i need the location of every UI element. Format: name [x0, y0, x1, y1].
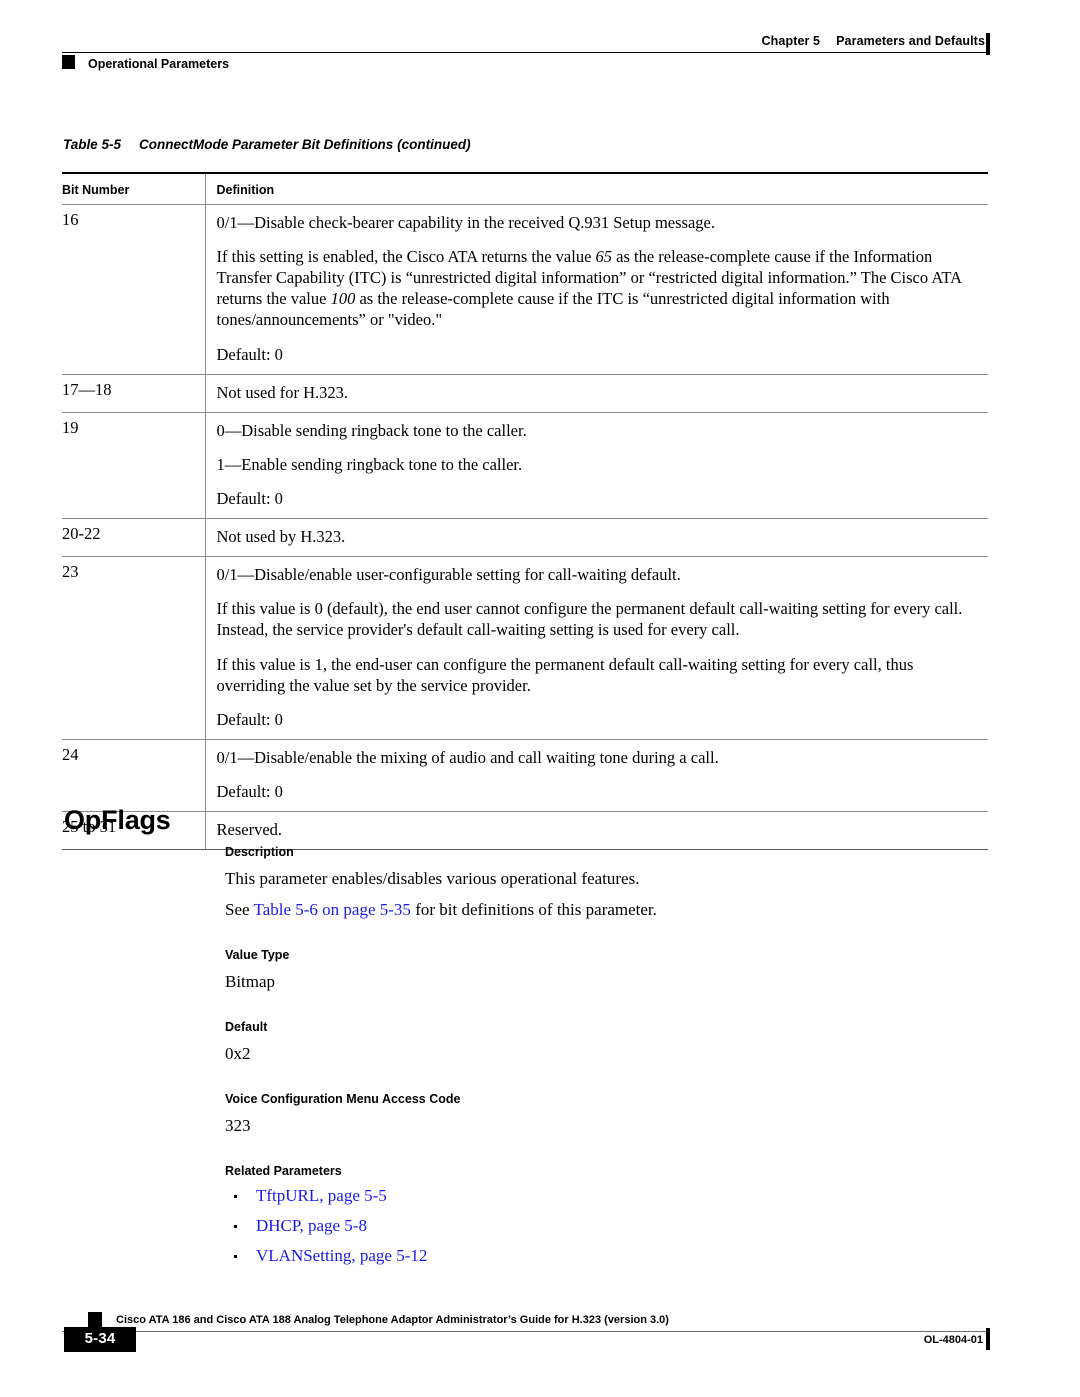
access-code-label: Voice Configuration Menu Access Code	[225, 1091, 461, 1106]
header-square-marker-icon	[62, 55, 75, 69]
header-edge-tick	[986, 33, 990, 55]
definition-paragraph: If this setting is enabled, the Cisco AT…	[216, 247, 962, 330]
cell-bit-number: 24	[62, 739, 205, 813]
definition-paragraph: Default: 0	[216, 781, 283, 801]
footer-document-id: OL-4804-01	[923, 1334, 983, 1346]
footer-edge-tick	[986, 1328, 990, 1350]
related-parameters-list: TftpURL, page 5-5 DHCP, page 5-8 VLANSet…	[225, 1187, 985, 1264]
footer-square-marker-icon	[88, 1312, 102, 1327]
header-rule	[62, 52, 988, 53]
definition-paragraph: 0—Disable sending ringback tone to the c…	[216, 420, 527, 440]
cell-bit-number: 16	[62, 204, 205, 375]
definition-paragraph: Not used by H.323.	[216, 527, 346, 547]
header-chapter-number: Chapter 5	[761, 34, 821, 48]
cell-bit-number: 19	[62, 412, 205, 520]
related-link-tftpurl[interactable]: TftpURL, page 5-5	[256, 1186, 387, 1205]
cell-definition: 0/1—Disable/enable user-configurable set…	[204, 556, 988, 740]
definition-paragraph: If this value is 0 (default), the end us…	[216, 599, 963, 640]
header-chapter-info: Chapter 5 Parameters and Defaults	[762, 34, 985, 48]
definition-paragraph: 0/1—Disable check-bearer capability in t…	[216, 213, 715, 232]
cell-definition: 0—Disable sending ringback tone to the c…	[204, 412, 988, 520]
related-parameters-group: Related Parameters TftpURL, page 5-5 DHC…	[225, 1164, 985, 1264]
header-running-head: Operational Parameters	[88, 57, 230, 71]
footer-page-number: 5-34	[84, 1330, 116, 1347]
table-row: 19 0—Disable sending ringback tone to th…	[62, 412, 988, 520]
list-item: VLANSetting, page 5-12	[225, 1247, 985, 1264]
header-chapter-title: Parameters and Defaults	[836, 34, 985, 48]
table-row: 24 0/1—Disable/enable the mixing of audi…	[62, 739, 988, 813]
section-heading-opflags: OpFlags	[64, 805, 171, 836]
table-caption-number: Table 5-5	[63, 137, 122, 152]
description-crossref-line: See Table 5-6 on page 5-35 for bit defin…	[225, 899, 985, 922]
footer-rule	[62, 1331, 988, 1332]
table-5-6-link[interactable]: Table 5-6 on page 5-35	[254, 900, 411, 919]
definition-paragraph: Default: 0	[216, 709, 283, 729]
cell-bit-number: 23	[62, 556, 205, 740]
page-footer: Cisco ATA 186 and Cisco ATA 188 Analog T…	[0, 1300, 1080, 1380]
connectmode-bit-definitions-table: Bit Number Definition 16 0/1—Disable che…	[62, 172, 988, 851]
default-label: Default	[225, 1019, 268, 1034]
cell-definition: Not used for H.323.	[204, 374, 988, 413]
definition-paragraph: Default: 0	[216, 488, 283, 508]
related-parameters-label: Related Parameters	[225, 1163, 342, 1178]
definition-paragraph: Default: 0	[216, 344, 283, 364]
table-caption-title: ConnectMode Parameter Bit Definitions	[139, 137, 394, 152]
definition-paragraph: Not used for H.323.	[216, 382, 349, 402]
column-header-definition: Definition	[204, 172, 988, 205]
definition-paragraph: 0/1—Disable/enable the mixing of audio a…	[216, 747, 719, 767]
table-caption-continued: (continued)	[397, 137, 471, 152]
related-link-vlansetting[interactable]: VLANSetting, page 5-12	[256, 1246, 427, 1265]
cell-bit-number: 17—18	[62, 374, 205, 413]
definition-paragraph: Reserved.	[216, 820, 283, 840]
value-type-label: Value Type	[225, 947, 290, 962]
description-label: Description	[225, 845, 294, 859]
column-header-bit-number: Bit Number	[62, 172, 205, 205]
definition-paragraph: If this value is 1, the end-user can con…	[216, 654, 914, 695]
footer-document-title: Cisco ATA 186 and Cisco ATA 188 Analog T…	[116, 1314, 669, 1326]
table-caption: Table 5-5 ConnectMode Parameter Bit Defin…	[63, 137, 471, 152]
cell-bit-number: 20-22	[62, 518, 205, 558]
table-row: 17—18 Not used for H.323.	[62, 374, 988, 413]
table-row: 16 0/1—Disable check-bearer capability i…	[62, 204, 988, 375]
table-row: 23 0/1—Disable/enable user-configurable …	[62, 556, 988, 740]
table-body: 16 0/1—Disable check-bearer capability i…	[62, 204, 988, 851]
cell-definition: 0/1—Disable check-bearer capability in t…	[204, 204, 988, 375]
table-row: 20-22 Not used by H.323.	[62, 518, 988, 558]
table-header-row: Bit Number Definition	[62, 172, 988, 205]
access-code-value: 323	[225, 1115, 251, 1135]
cell-definition: Not used by H.323.	[204, 518, 988, 558]
description-text: This parameter enables/disables various …	[225, 869, 640, 888]
value-type-group: Value Type Bitmap	[225, 948, 985, 994]
see-suffix: for bit definitions of this parameter.	[410, 899, 657, 919]
definition-paragraph: 0/1—Disable/enable user-configurable set…	[216, 565, 681, 585]
default-group: Default 0x2	[225, 1020, 985, 1066]
list-item: DHCP, page 5-8	[225, 1217, 985, 1234]
value-type-value: Bitmap	[225, 971, 276, 991]
related-link-dhcp[interactable]: DHCP, page 5-8	[256, 1216, 367, 1235]
default-value: 0x2	[225, 1043, 251, 1063]
definition-paragraph: 1—Enable sending ringback tone to the ca…	[216, 454, 523, 474]
page-header: Chapter 5 Parameters and Defaults Operati…	[0, 0, 1080, 90]
table-row: 25 to 31 Reserved.	[62, 811, 988, 851]
cell-definition: 0/1—Disable/enable the mixing of audio a…	[204, 739, 988, 813]
access-code-group: Voice Configuration Menu Access Code 323	[225, 1092, 985, 1138]
description-group: Description This parameter enables/disab…	[225, 845, 985, 922]
list-item: TftpURL, page 5-5	[225, 1187, 985, 1204]
see-prefix: See	[225, 899, 254, 919]
opflags-definition-list: Description This parameter enables/disab…	[225, 845, 985, 1290]
cell-definition: Reserved.	[204, 811, 988, 851]
